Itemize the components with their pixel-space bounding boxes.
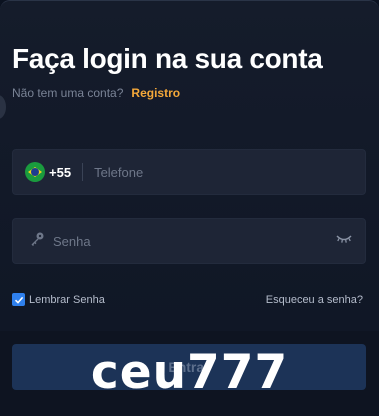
eye-closed-icon[interactable]	[335, 232, 353, 250]
field-divider	[82, 163, 84, 181]
forgot-password-link[interactable]: Esqueceu a senha?	[266, 294, 363, 306]
remember-password[interactable]: Lembrar Senha	[12, 293, 105, 306]
remember-checkbox[interactable]	[12, 293, 25, 306]
brazil-flag-icon[interactable]	[25, 162, 45, 182]
register-link[interactable]: Registro	[131, 86, 180, 100]
password-input[interactable]	[53, 219, 335, 263]
check-icon	[14, 296, 23, 304]
key-icon	[29, 231, 45, 252]
no-account-text: Não tem uma conta?	[12, 86, 124, 100]
phone-field[interactable]: +55	[12, 149, 366, 195]
login-panel: Faça login na sua conta Não tem uma cont…	[0, 0, 379, 416]
remember-label[interactable]: Lembrar Senha	[29, 294, 105, 306]
country-code[interactable]: +55	[49, 165, 71, 180]
side-handle	[0, 95, 6, 119]
page-title: Faça login na sua conta	[12, 43, 323, 74]
phone-input[interactable]	[94, 150, 365, 194]
register-prompt: Não tem uma conta? Registro	[12, 86, 180, 100]
login-button[interactable]: Entrar	[12, 344, 366, 390]
password-field[interactable]	[12, 218, 366, 264]
